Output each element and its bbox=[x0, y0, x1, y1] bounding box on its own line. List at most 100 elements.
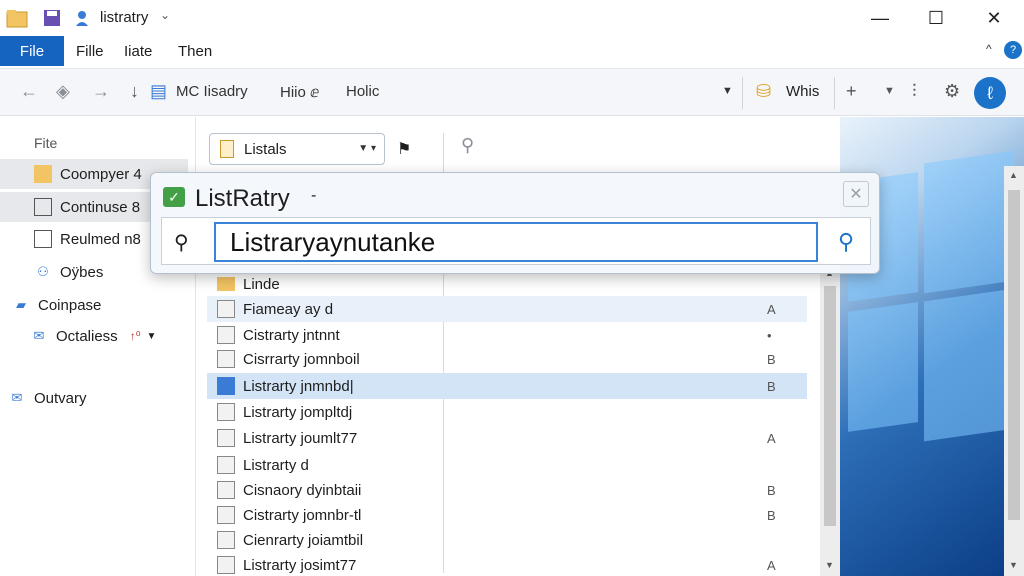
list-item[interactable]: Cienrarty joiamtbil bbox=[207, 527, 807, 553]
app-logo-icon[interactable]: ℓ bbox=[974, 77, 1006, 109]
nav-header: Fite bbox=[34, 135, 58, 151]
list-item[interactable]: Listrarty joumlt77 A bbox=[207, 425, 807, 451]
mail-icon: ✉ bbox=[33, 328, 45, 343]
document-icon bbox=[217, 300, 235, 318]
people-icon[interactable] bbox=[74, 8, 96, 28]
minimize-button[interactable]: — bbox=[860, 4, 900, 32]
address-segment[interactable]: Hiio ⅇ bbox=[280, 83, 319, 101]
chevron-down-icon: ▼ ▾ bbox=[358, 143, 376, 154]
maximize-button[interactable]: ☐ bbox=[916, 4, 956, 32]
list-item-name: Listrarty d bbox=[243, 456, 309, 474]
search-icon[interactable]: ⚲ bbox=[461, 135, 474, 156]
document-icon bbox=[217, 506, 235, 524]
list-item-name: Linde bbox=[243, 275, 280, 293]
dropdown-icon[interactable]: ▼ bbox=[884, 85, 895, 97]
nav-item-label: Coinpase bbox=[38, 296, 102, 314]
window-scrollbar[interactable]: ▲ ▼ bbox=[1004, 166, 1024, 576]
document-icon bbox=[217, 403, 235, 421]
address-toolbar: ← ◈ → ↓ ▤ MC Iisadry Hiio ⅇ Holic ▼ ⛁ Wh… bbox=[0, 68, 1024, 116]
scroll-down-icon[interactable]: ▼ bbox=[825, 560, 834, 570]
list-item[interactable]: Cistrarty jomnbr-tl B bbox=[207, 502, 807, 528]
list-item-flag: B bbox=[767, 507, 776, 523]
nav-item-octaliess[interactable]: ✉ Octaliess ↑⁰ ▼ bbox=[0, 321, 188, 351]
list-item[interactable]: Cisnaory dyinbtaii B bbox=[207, 477, 807, 503]
add-icon[interactable]: + bbox=[846, 81, 857, 102]
scroll-thumb[interactable] bbox=[824, 286, 836, 526]
list-item-name: Listrarty josimt77 bbox=[243, 556, 357, 574]
nav-item-label: Continuse 8 bbox=[60, 198, 141, 216]
scroll-thumb[interactable] bbox=[1008, 190, 1020, 520]
menu-fille[interactable]: Fille bbox=[76, 43, 104, 60]
document-icon bbox=[217, 481, 235, 499]
nav-item-label: Coompyer 4 bbox=[60, 165, 142, 183]
list-item[interactable]: Cistrarty jntnnt • bbox=[207, 322, 807, 348]
network-icon: ⛁ bbox=[756, 81, 772, 101]
folder-icon bbox=[34, 165, 52, 183]
ribbon-collapse-icon[interactable]: ^ bbox=[986, 42, 992, 56]
search-submit-button[interactable]: ⚲ bbox=[828, 224, 864, 260]
document-icon bbox=[217, 377, 235, 395]
library-combo-label: Listals bbox=[244, 140, 287, 158]
nav-item-label: Outvary bbox=[34, 389, 87, 407]
search-icon: ⚲ bbox=[174, 232, 189, 254]
menu-iiate[interactable]: Iiate bbox=[124, 43, 152, 60]
list-item-flag: A bbox=[767, 301, 776, 317]
list-item-name: Listrarty joumlt77 bbox=[243, 429, 358, 447]
list-item[interactable]: Cisrrarty jomnboil B bbox=[207, 346, 807, 372]
document-icon bbox=[220, 140, 234, 158]
windows-logo-pane bbox=[924, 288, 1014, 442]
list-item[interactable]: Fiameay ay d A bbox=[207, 296, 807, 322]
scroll-up-icon[interactable]: ▲ bbox=[1009, 170, 1018, 180]
nav-item-label: Octaliess bbox=[56, 327, 118, 345]
menu-file[interactable]: File bbox=[0, 36, 64, 66]
windows-logo-pane bbox=[924, 150, 1014, 294]
forward-arrow-icon[interactable]: → bbox=[92, 81, 110, 102]
save-icon[interactable] bbox=[42, 8, 64, 28]
list-item[interactable]: Listrarty josimt77 A bbox=[207, 552, 807, 576]
chevron-down-icon[interactable]: ⌄ bbox=[160, 8, 170, 22]
flag-icon[interactable]: ⚑ bbox=[397, 139, 411, 159]
document-icon bbox=[217, 556, 235, 574]
list-item[interactable]: Linde bbox=[207, 271, 807, 297]
library-combo[interactable]: Listals ▼ ▾ bbox=[209, 133, 385, 165]
nav-item-coinpase[interactable]: ▰ Coinpase bbox=[0, 290, 188, 320]
chevron-down-icon[interactable]: ▼ bbox=[147, 331, 157, 342]
help-icon[interactable]: ? bbox=[1004, 41, 1022, 59]
list-item[interactable]: Listrarty d bbox=[207, 452, 807, 478]
list-item-flag: B bbox=[767, 351, 776, 367]
people-icon: ⚇ bbox=[37, 264, 49, 279]
list-item[interactable]: Listrarty jnmnbd| B bbox=[207, 373, 807, 399]
forward-diamond-icon[interactable]: ◈ bbox=[56, 81, 70, 102]
folder-blue-icon: ▰ bbox=[16, 297, 26, 312]
list-item-flag: B bbox=[767, 482, 776, 498]
folder-icon[interactable] bbox=[6, 8, 28, 28]
filter-icon[interactable]: ⫶ bbox=[912, 81, 917, 102]
document-icon bbox=[217, 456, 235, 474]
folder-icon bbox=[217, 277, 235, 291]
list-item[interactable]: Listrarty jompltdj bbox=[207, 399, 807, 425]
nav-item-outvary[interactable]: ✉ Outvary bbox=[0, 383, 188, 413]
address-dropdown-icon[interactable]: ▼ bbox=[722, 85, 733, 97]
address-segment[interactable]: MC Iisadry bbox=[176, 83, 248, 100]
close-icon[interactable]: ✕ bbox=[843, 181, 869, 207]
content-scrollbar[interactable]: ▲ ▼ bbox=[820, 266, 840, 576]
back-arrow-icon[interactable]: ← bbox=[20, 81, 38, 102]
search-box[interactable]: Whis bbox=[786, 83, 819, 100]
close-button[interactable]: ✕ bbox=[974, 4, 1014, 32]
gear-icon[interactable]: ⚙ bbox=[944, 81, 960, 102]
list-item-name: Cisrrarty jomnboil bbox=[243, 350, 360, 368]
list-item-name: Listrarty jompltdj bbox=[243, 403, 353, 421]
list-item-name: Fiameay ay d bbox=[243, 300, 334, 318]
search-input[interactable] bbox=[214, 222, 818, 262]
sync-badge: ↑⁰ bbox=[129, 329, 141, 343]
menu-then[interactable]: Then bbox=[178, 43, 212, 60]
window-title: listratry bbox=[100, 9, 149, 26]
nav-item-label: Reulmed n8 bbox=[60, 230, 141, 248]
scroll-down-icon[interactable]: ▼ bbox=[1009, 560, 1018, 570]
windows-logo-pane bbox=[848, 302, 918, 432]
list-item-name: Listrarty jnmnbd| bbox=[243, 377, 354, 395]
document-icon bbox=[34, 198, 52, 216]
address-segment[interactable]: Holic bbox=[346, 83, 379, 100]
up-arrow-icon[interactable]: ↓ bbox=[130, 81, 139, 102]
list-item-flag: B bbox=[767, 378, 776, 394]
